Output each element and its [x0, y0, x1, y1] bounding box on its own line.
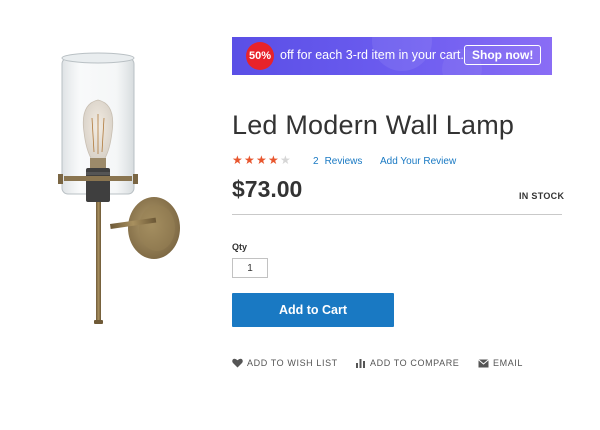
star-icon: ★ — [232, 153, 243, 167]
wall-lamp-image — [58, 52, 180, 324]
bar-chart-icon — [356, 359, 365, 368]
promo-discount-badge: 50% — [246, 42, 274, 70]
star-icon: ★ — [268, 153, 279, 167]
star-icon: ★ — [280, 153, 291, 167]
product-price: $73.00 — [232, 176, 303, 202]
add-to-wishlist-link[interactable]: ADD TO WISH LIST — [232, 358, 338, 368]
product-title: Led Modern Wall Lamp — [232, 110, 515, 140]
add-to-compare-link[interactable]: ADD TO COMPARE — [355, 358, 459, 368]
reviews-label: Reviews — [324, 156, 363, 167]
stock-status: IN STOCK — [519, 191, 565, 201]
promo-text: off for each 3-rd item in your cart. — [280, 48, 464, 62]
add-review-link[interactable]: Add Your Review — [380, 156, 456, 167]
email-label: EMAIL — [493, 358, 524, 368]
wishlist-label: ADD TO WISH LIST — [247, 358, 338, 368]
compare-label: ADD TO COMPARE — [370, 358, 460, 368]
email-link[interactable]: EMAIL — [478, 358, 523, 368]
shop-now-button[interactable]: Shop now! — [464, 45, 542, 65]
reviews-link[interactable]: 2 Reviews — [313, 156, 362, 167]
qty-label: Qty — [232, 242, 248, 252]
rating-stars: ★ ★ ★ ★ ★ — [232, 154, 292, 166]
star-icon: ★ — [256, 153, 267, 167]
review-count: 2 — [313, 156, 319, 167]
envelope-icon — [478, 358, 489, 367]
promo-banner[interactable]: 50% off for each 3-rd item in your cart.… — [232, 37, 552, 75]
star-icon: ★ — [244, 153, 255, 167]
heart-icon — [232, 358, 243, 368]
divider — [232, 214, 562, 215]
product-image[interactable] — [18, 40, 218, 350]
qty-input[interactable] — [232, 258, 268, 278]
add-to-cart-button[interactable]: Add to Cart — [232, 293, 394, 327]
